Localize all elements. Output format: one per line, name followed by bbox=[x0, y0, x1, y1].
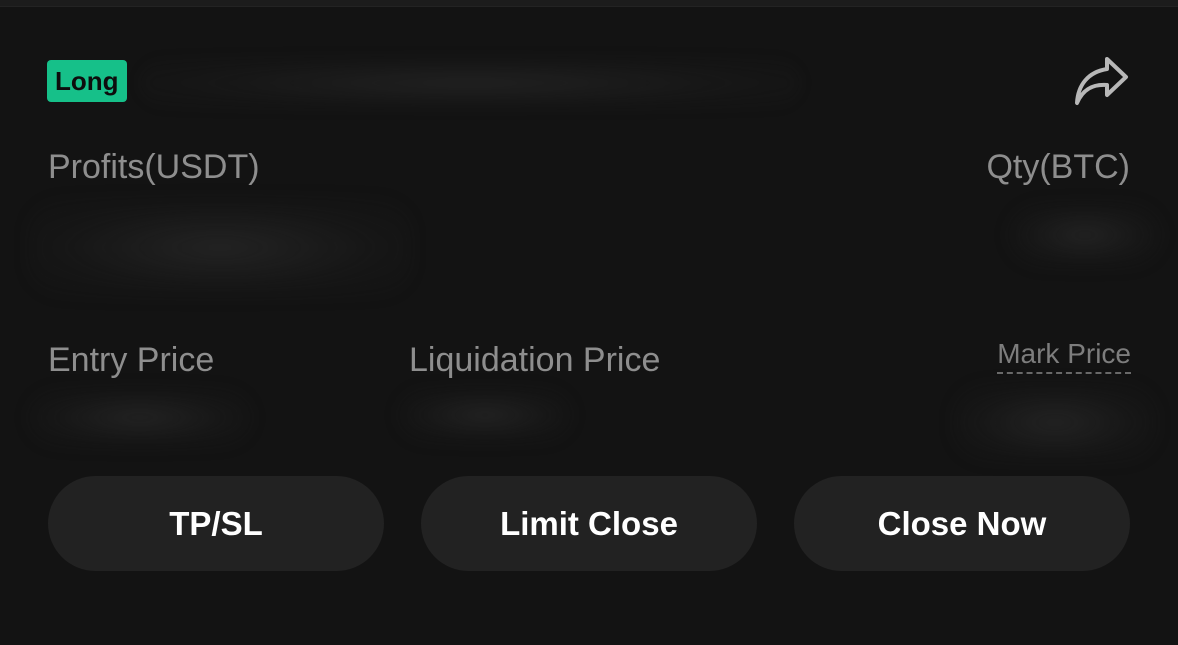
close-now-button[interactable]: Close Now bbox=[794, 476, 1130, 571]
limit-close-button[interactable]: Limit Close bbox=[421, 476, 757, 571]
long-badge: Long bbox=[47, 60, 127, 102]
tpsl-button[interactable]: TP/SL bbox=[48, 476, 384, 571]
profits-label: Profits(USDT) bbox=[48, 148, 260, 186]
blurred-liquidation-value bbox=[400, 390, 570, 440]
blurred-qty-value bbox=[1010, 205, 1160, 265]
top-divider bbox=[0, 0, 1178, 7]
blurred-profit-value bbox=[30, 200, 410, 295]
qty-label: Qty(BTC) bbox=[986, 148, 1130, 186]
mark-price-label[interactable]: Mark Price bbox=[997, 338, 1131, 374]
share-icon bbox=[1075, 57, 1128, 105]
share-button[interactable] bbox=[1070, 52, 1132, 110]
blurred-mark-value bbox=[955, 385, 1155, 460]
liquidation-price-label: Liquidation Price bbox=[409, 341, 661, 379]
entry-price-label: Entry Price bbox=[48, 341, 215, 379]
blurred-symbol-title bbox=[140, 58, 800, 108]
blurred-entry-value bbox=[30, 390, 250, 445]
